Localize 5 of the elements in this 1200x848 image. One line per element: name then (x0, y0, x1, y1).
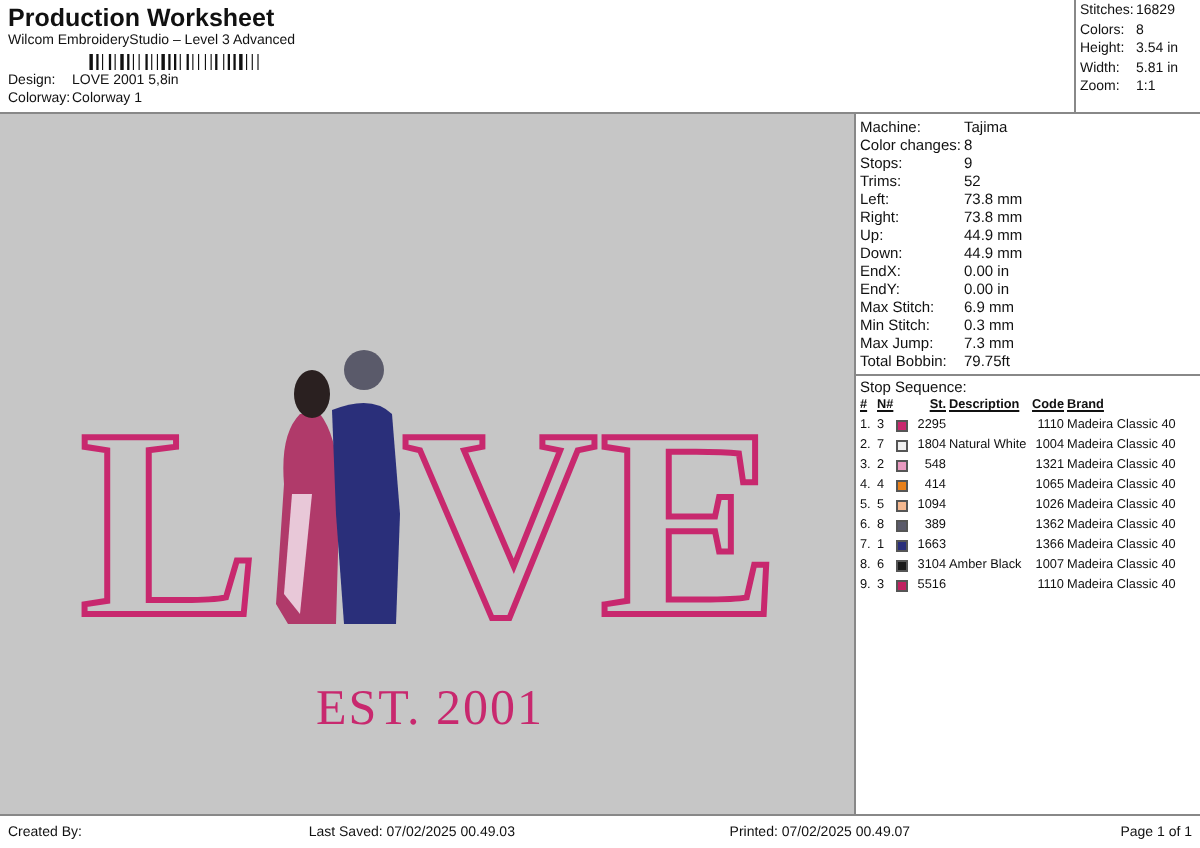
embroidered-letter: L (79, 376, 261, 674)
embroidered-letter: V (402, 376, 598, 674)
worksheet-title: Production Worksheet (8, 4, 277, 32)
embroidered-tagline: EST. 2001 (315, 682, 545, 736)
embroidered-letter: E (599, 376, 781, 674)
